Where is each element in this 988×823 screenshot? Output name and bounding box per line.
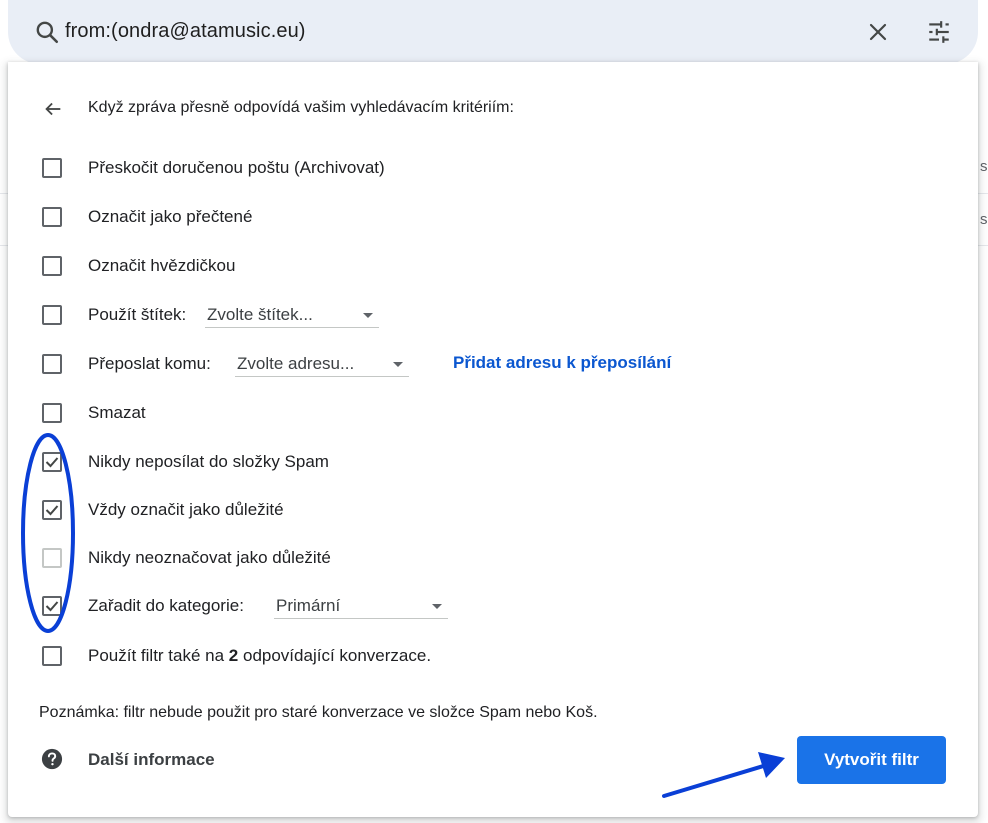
checkbox-checked[interactable] (42, 452, 62, 472)
option-label: Nikdy neoznačovat jako důležité (88, 548, 331, 567)
add-forwarding-address-link[interactable]: Přidat adresu k přeposílání (453, 353, 671, 373)
option-label: Nikdy neposílat do složky Spam (88, 452, 329, 471)
filter-panel: Když zpráva přesně odpovídá vašim vyhled… (8, 62, 978, 817)
checkbox[interactable] (42, 354, 62, 374)
create-filter-button[interactable]: Vytvořit filtr (797, 736, 946, 784)
option-categorize[interactable]: Zařadit do kategorie: Primární (38, 592, 458, 620)
option-label: Smazat (88, 403, 146, 422)
category-select-value: Primární (276, 596, 341, 615)
option-apply-label[interactable]: Použít štítek: Zvolte štítek... (38, 301, 398, 329)
checkbox[interactable] (42, 305, 62, 325)
chevron-down-icon (393, 362, 403, 367)
apply-suffix: odpovídající konverzace. (238, 646, 432, 665)
search-input[interactable]: from:(ondra@atamusic.eu) (65, 20, 306, 43)
option-label: Přeskočit doručenou poštu (Archivovat) (88, 158, 385, 177)
category-select[interactable]: Primární (274, 594, 448, 619)
checkbox-checked[interactable] (42, 500, 62, 520)
checkbox[interactable] (42, 256, 62, 276)
checkmark-icon (45, 505, 59, 516)
option-label: Použít štítek: (88, 305, 187, 324)
forward-address-select[interactable]: Zvolte adresu... (235, 352, 409, 377)
match-count: 2 (228, 646, 239, 665)
checkbox[interactable] (42, 207, 62, 227)
option-label: Použít filtr také na 2 odpovídající konv… (88, 646, 431, 666)
filter-heading: Když zpráva přesně odpovídá vašim vyhled… (88, 99, 514, 116)
option-label: Označit jako přečtené (88, 207, 253, 226)
checkmark-icon (45, 457, 59, 468)
search-bar[interactable]: from:(ondra@atamusic.eu) (8, 0, 978, 64)
close-icon[interactable] (866, 20, 890, 44)
option-forward[interactable]: Přeposlat komu: Zvolte adresu... Přidat … (38, 350, 738, 378)
filter-note: Poznámka: filtr nebude použit pro staré … (39, 704, 598, 721)
background-text: s (980, 158, 988, 175)
checkmark-icon (45, 601, 59, 612)
option-label: Označit hvězdičkou (88, 256, 236, 275)
checkbox[interactable] (42, 158, 62, 178)
checkbox-disabled[interactable] (42, 548, 62, 568)
chevron-down-icon (363, 313, 373, 318)
option-label: Přeposlat komu: (88, 354, 211, 373)
option-label: Vždy označit jako důležité (88, 500, 284, 519)
search-icon[interactable] (34, 19, 60, 45)
back-arrow-icon[interactable] (42, 98, 64, 120)
tune-icon[interactable] (926, 19, 952, 45)
background-text: s (980, 211, 988, 228)
checkbox[interactable] (42, 646, 62, 666)
more-info-link[interactable]: Další informace (88, 750, 215, 770)
checkbox[interactable] (42, 403, 62, 423)
apply-prefix: Použít filtr také na (88, 646, 229, 665)
checkbox-checked[interactable] (42, 596, 62, 616)
label-select-value: Zvolte štítek... (207, 305, 313, 324)
option-label: Zařadit do kategorie: (88, 596, 244, 615)
chevron-down-icon (432, 604, 442, 609)
forward-select-value: Zvolte adresu... (237, 354, 355, 373)
help-icon (41, 748, 63, 770)
label-select[interactable]: Zvolte štítek... (205, 303, 379, 328)
